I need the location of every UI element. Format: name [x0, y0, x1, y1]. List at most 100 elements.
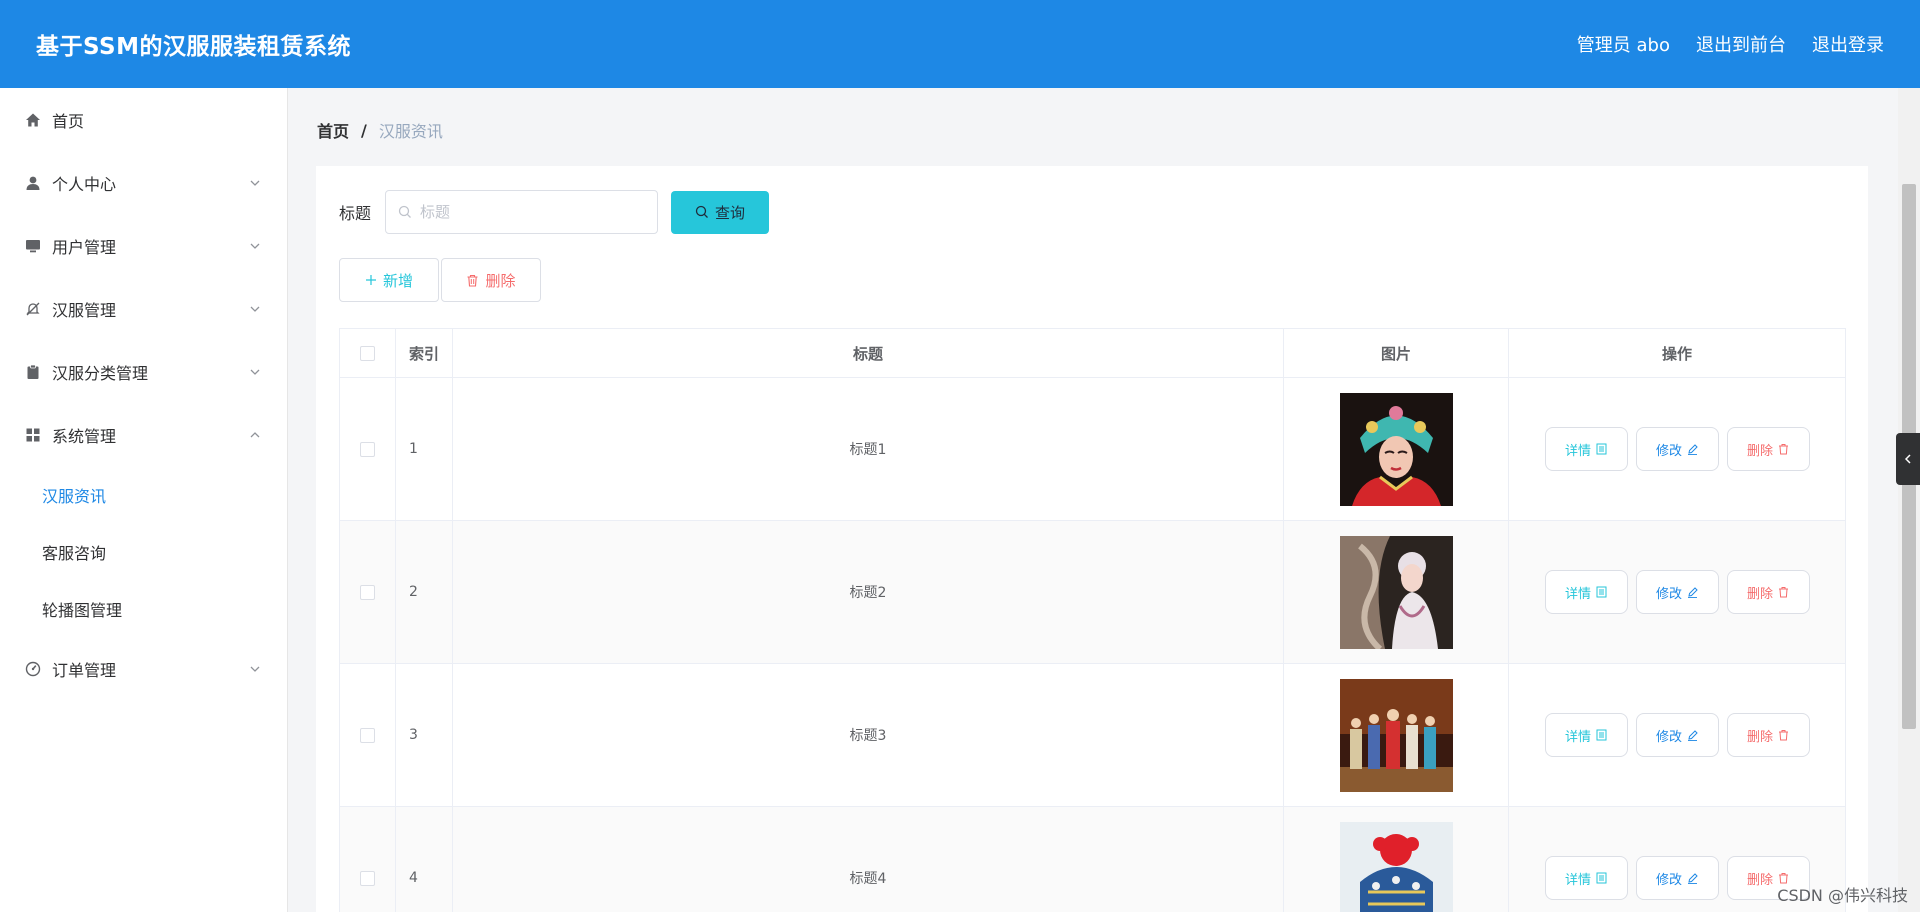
pencil-icon — [1688, 730, 1698, 741]
breadcrumb: 首页 / 汉服资讯 — [317, 118, 443, 142]
sidebar-item-label: 首页 — [52, 111, 85, 131]
row-image-cell — [1284, 378, 1509, 520]
sidebar-item-personal-center[interactable]: 个人中心 — [0, 151, 287, 214]
column-header-title: 标题 — [453, 329, 1284, 377]
sidebar-item-home[interactable]: 首页 — [0, 88, 287, 151]
search-icon — [695, 205, 708, 218]
chevron-down-icon — [250, 180, 260, 186]
action-row: 新增 删除 — [339, 258, 543, 302]
chevron-down-icon — [250, 666, 260, 672]
table-row: 4 标题4 详情 修改 删除 — [340, 807, 1845, 912]
batch-delete-button-label: 删除 — [485, 271, 516, 290]
delete-button[interactable]: 删除 — [1726, 570, 1810, 614]
edit-button[interactable]: 修改 — [1635, 427, 1719, 471]
submenu-item-customer-service[interactable]: 客服咨询 — [0, 523, 287, 580]
row-image-cell — [1284, 664, 1509, 806]
row-checkbox[interactable] — [360, 870, 375, 886]
content-panel: 标题 查询 新增 删除 索引 标题 — [316, 166, 1868, 912]
table-header-row: 索引 标题 图片 操作 — [340, 329, 1845, 378]
detail-button-label: 详情 — [1564, 586, 1591, 602]
row-index: 2 — [396, 521, 453, 663]
trash-icon — [1779, 730, 1788, 741]
add-button-label: 新增 — [382, 271, 413, 290]
submenu-item-hanfu-news[interactable]: 汉服资讯 — [0, 466, 287, 523]
opera-costume-thumbnail — [1339, 535, 1453, 649]
breadcrumb-separator: / — [361, 120, 367, 140]
breadcrumb-home[interactable]: 首页 — [317, 118, 349, 142]
logout-link[interactable]: 退出登录 — [1812, 31, 1884, 57]
delete-button-label: 删除 — [1746, 729, 1773, 745]
search-label: 标题 — [339, 204, 372, 223]
delete-button[interactable]: 删除 — [1726, 713, 1810, 757]
side-panel-toggle[interactable] — [1896, 433, 1920, 485]
edit-button-label: 修改 — [1655, 872, 1682, 888]
opera-headdress-thumbnail — [1339, 821, 1453, 912]
document-icon — [1596, 729, 1607, 741]
pencil-icon — [1688, 873, 1698, 884]
row-checkbox-cell — [340, 664, 396, 806]
query-button[interactable]: 查询 — [671, 190, 770, 234]
home-icon — [24, 111, 42, 129]
row-checkbox[interactable] — [360, 584, 375, 600]
detail-button[interactable]: 详情 — [1544, 713, 1628, 757]
document-icon — [1596, 586, 1607, 598]
row-checkbox[interactable] — [360, 441, 375, 457]
row-index: 4 — [396, 807, 453, 912]
row-image-cell — [1284, 521, 1509, 663]
edit-button-label: 修改 — [1655, 443, 1682, 459]
pencil-icon — [1688, 444, 1698, 455]
grid-icon — [24, 426, 42, 444]
row-index: 1 — [396, 378, 453, 520]
top-links: 管理员 abo 退出到前台 退出登录 — [1551, 31, 1884, 57]
add-button[interactable]: 新增 — [339, 258, 439, 302]
column-header-image: 图片 — [1284, 329, 1509, 377]
row-title: 标题3 — [453, 664, 1284, 806]
detail-button-label: 详情 — [1564, 872, 1591, 888]
trash-icon — [467, 274, 478, 287]
edit-button[interactable]: 修改 — [1635, 713, 1719, 757]
row-actions-cell: 详情 修改 删除 — [1509, 664, 1845, 806]
select-all-checkbox[interactable] — [360, 345, 375, 361]
detail-button-label: 详情 — [1564, 729, 1591, 745]
column-header-actions: 操作 — [1661, 344, 1692, 363]
sidebar-item-order-management[interactable]: 订单管理 — [0, 637, 287, 700]
row-checkbox-cell — [340, 378, 396, 520]
query-button-label: 查询 — [715, 203, 746, 222]
delete-button-label: 删除 — [1746, 443, 1773, 459]
watermark: CSDN @伟兴科技 — [1777, 886, 1908, 905]
edit-button[interactable]: 修改 — [1635, 856, 1719, 900]
row-checkbox[interactable] — [360, 727, 375, 743]
column-header-index: 索引 — [396, 329, 453, 377]
table-row: 3 标题3 详情 修改 删除 — [340, 664, 1845, 807]
opera-costume-thumbnail — [1339, 392, 1453, 506]
detail-button[interactable]: 详情 — [1544, 570, 1628, 614]
bell-off-icon — [24, 300, 42, 318]
monitor-icon — [24, 237, 42, 255]
exit-to-frontend-link[interactable]: 退出到前台 — [1696, 31, 1786, 57]
row-index: 3 — [396, 664, 453, 806]
row-actions-cell: 详情 修改 删除 — [1509, 378, 1845, 520]
edit-button[interactable]: 修改 — [1635, 570, 1719, 614]
sidebar-item-label: 用户管理 — [52, 237, 117, 257]
edit-button-label: 修改 — [1655, 729, 1682, 745]
row-title: 标题4 — [453, 807, 1284, 912]
sidebar-item-system-management[interactable]: 系统管理 — [0, 403, 287, 466]
news-table: 索引 标题 图片 操作 1 标题1 详情 修改 删除 2 标题2 详情 修改 删… — [339, 328, 1846, 912]
opera-stage-thumbnail — [1339, 678, 1453, 792]
gauge-icon — [24, 660, 42, 678]
sidebar-item-hanfu-category-management[interactable]: 汉服分类管理 — [0, 340, 287, 403]
detail-button[interactable]: 详情 — [1544, 856, 1628, 900]
sidebar-item-hanfu-management[interactable]: 汉服管理 — [0, 277, 287, 340]
search-box — [385, 190, 659, 234]
detail-button[interactable]: 详情 — [1544, 427, 1628, 471]
clipboard-icon — [24, 363, 42, 381]
submenu-item-carousel-management[interactable]: 轮播图管理 — [0, 580, 287, 637]
sidebar-item-user-management[interactable]: 用户管理 — [0, 214, 287, 277]
delete-button[interactable]: 删除 — [1726, 427, 1810, 471]
vertical-scrollbar[interactable] — [1898, 88, 1920, 912]
title-search-input[interactable] — [420, 203, 641, 221]
batch-delete-button[interactable]: 删除 — [441, 258, 541, 302]
chevron-down-icon — [250, 369, 260, 375]
top-header: 基于SSM的汉服服装租赁系统 管理员 abo 退出到前台 退出登录 — [0, 0, 1920, 88]
row-image-cell — [1284, 807, 1509, 912]
